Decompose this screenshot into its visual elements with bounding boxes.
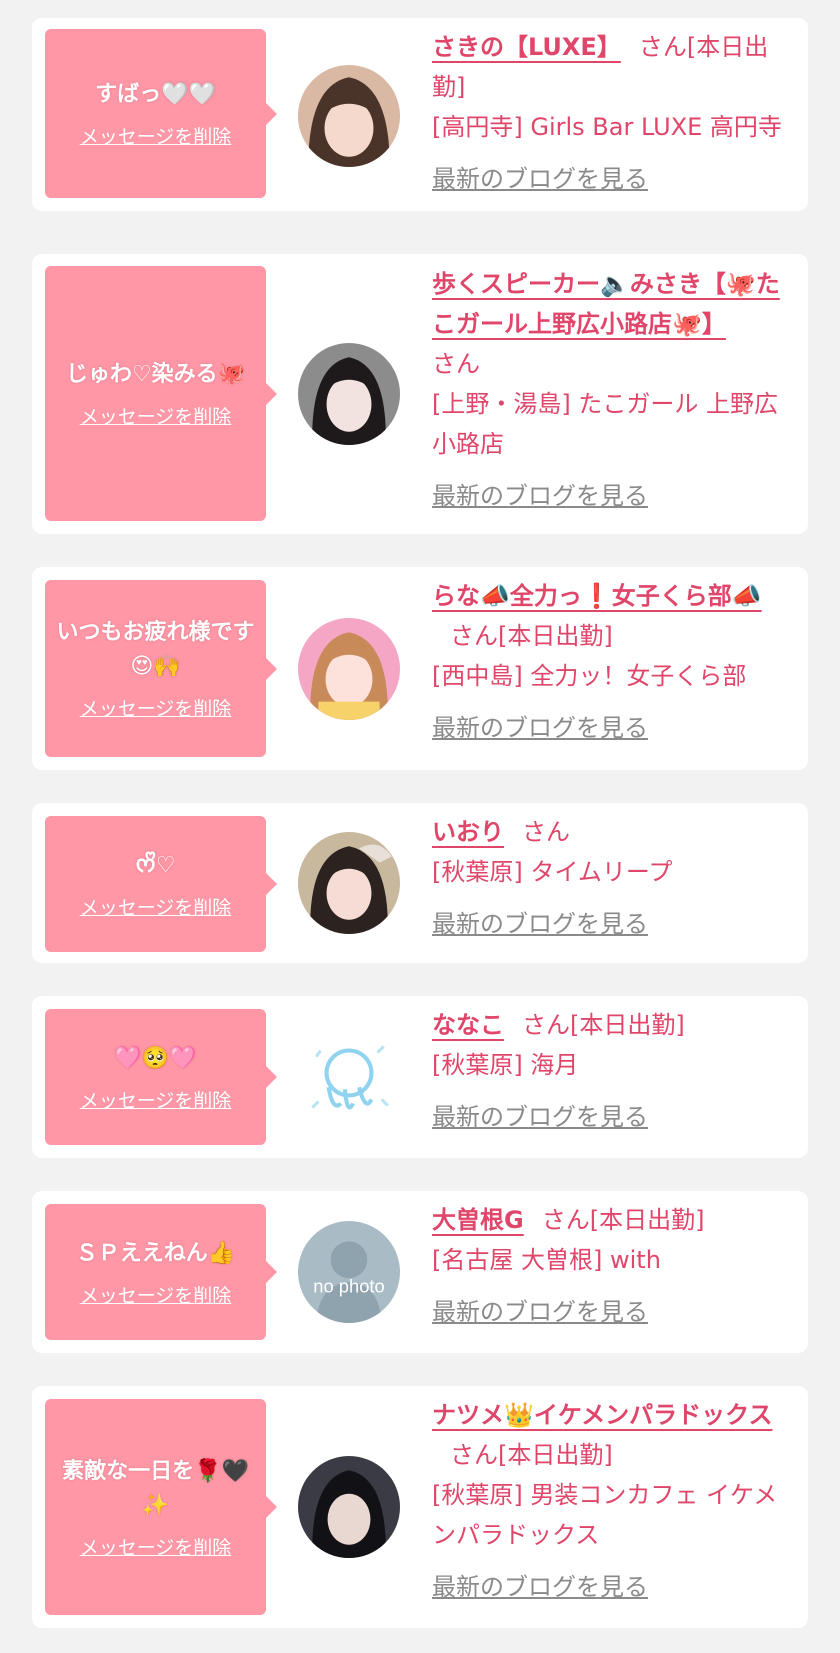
avatar[interactable]: [298, 1456, 400, 1558]
no-photo-label: no photo: [313, 1275, 384, 1296]
no-photo-icon: no photo: [298, 1221, 400, 1323]
delete-message-link[interactable]: メッセージを削除: [80, 1281, 232, 1308]
shop-name: [秋葉原] 男装コンカフェ イケメンパラドックス: [432, 1481, 778, 1549]
avatar[interactable]: [298, 343, 400, 445]
entry-info: 歩くスピーカー🔈みさき【🐙たこガール上野広小路店🐙】さん [上野・湯島] たこガ…: [432, 264, 794, 516]
profile-photo-icon: [298, 832, 400, 934]
cast-status: さん[本日出勤]: [522, 1011, 685, 1039]
entry-info: いおり さん [秋葉原] タイムリープ 最新のブログを見る: [432, 812, 794, 944]
latest-blog-link[interactable]: 最新のブログを見る: [432, 708, 648, 748]
avatar[interactable]: [298, 1026, 400, 1128]
profile-photo-icon: [298, 618, 400, 720]
cast-name-link[interactable]: いおり: [432, 818, 504, 846]
message-bubble: すばっ🤍🤍 メッセージを削除: [45, 29, 277, 198]
message-text: いつもお疲れ様です😍🙌: [56, 620, 255, 679]
avatar[interactable]: [298, 618, 400, 720]
delete-message-link[interactable]: メッセージを削除: [80, 402, 232, 429]
latest-blog-link[interactable]: 最新のブログを見る: [432, 904, 648, 944]
delete-message-link[interactable]: メッセージを削除: [80, 122, 232, 149]
entry-info: さきの【LUXE】 さん[本日出勤] [高円寺] Girls Bar LUXE 高…: [432, 27, 794, 199]
latest-blog-link[interactable]: 最新のブログを見る: [432, 476, 648, 516]
entry-info: らな📣全力っ❗女子くら部📣 さん[本日出勤] [西中島] 全力ッ！女子くら部 最新…: [432, 576, 794, 748]
latest-blog-link[interactable]: 最新のブログを見る: [432, 1097, 648, 1137]
avatar[interactable]: [298, 832, 400, 934]
cast-name-link[interactable]: 歩くスピーカー🔈みさき【🐙たこガール上野広小路店🐙】: [432, 270, 780, 338]
message-bubble: 素敵な一日を🌹🖤✨ メッセージを削除: [45, 1399, 277, 1615]
message-bubble: いつもお疲れ様です😍🙌 メッセージを削除: [45, 580, 277, 757]
delete-message-link[interactable]: メッセージを削除: [80, 1086, 232, 1113]
shop-logo-icon: [298, 1026, 400, 1128]
entry-info: 大曽根G さん[本日出勤] [名古屋 大曽根] with 最新のブログを見る: [432, 1200, 794, 1332]
message-card: すばっ🤍🤍 メッセージを削除 さきの【LUXE】 さん[本日出勤] [高円寺] G…: [32, 18, 808, 211]
entry-info: ナツメ👑イケメンパラドックスさん[本日出勤] [秋葉原] 男装コンカフェ イケメ…: [432, 1395, 794, 1607]
shop-name: [西中島] 全力ッ！女子くら部: [432, 662, 747, 690]
shop-name: [秋葉原] 海月: [432, 1051, 579, 1079]
cast-name-link[interactable]: ナツメ👑イケメンパラドックス: [432, 1401, 772, 1429]
cast-name-link[interactable]: 大曽根G: [432, 1206, 524, 1234]
latest-blog-link[interactable]: 最新のブログを見る: [432, 1292, 648, 1332]
message-bubble: 🩷🥺🩷 メッセージを削除: [45, 1009, 277, 1145]
message-text: じゅわ♡染みる🐙: [65, 362, 246, 387]
avatar[interactable]: no photo: [298, 1221, 400, 1323]
message-card: 素敵な一日を🌹🖤✨ メッセージを削除 ナツメ👑イケメンパラドックスさん[本日出勤…: [32, 1386, 808, 1628]
message-bubble: ᰔᩚ♡ メッセージを削除: [45, 816, 277, 952]
message-text: 🩷🥺🩷: [114, 1045, 197, 1071]
message-bubble: じゅわ♡染みる🐙 メッセージを削除: [45, 266, 277, 521]
message-text: 素敵な一日を🌹🖤✨: [62, 1458, 249, 1518]
shop-name: [秋葉原] タイムリープ: [432, 858, 673, 886]
message-text: すばっ🤍🤍: [95, 82, 216, 107]
message-card: ᰔᩚ♡ メッセージを削除 いおり さん [秋葉原] タイムリープ 最新のブログを見…: [32, 803, 808, 963]
cast-name-link[interactable]: さきの【LUXE】: [432, 33, 621, 61]
shop-name: [名古屋 大曽根] with: [432, 1246, 661, 1274]
delete-message-link[interactable]: メッセージを削除: [80, 893, 232, 920]
latest-blog-link[interactable]: 最新のブログを見る: [432, 1567, 648, 1607]
shop-name: [上野・湯島] たこガール 上野広小路店: [432, 390, 778, 458]
cast-name-link[interactable]: ななこ: [432, 1011, 504, 1039]
cast-status: さん: [432, 350, 480, 378]
message-text: ＳＰええねん👍: [75, 1240, 236, 1266]
cast-status: さん[本日出勤]: [541, 1206, 705, 1234]
cast-status: さん[本日出勤]: [450, 622, 613, 650]
message-card: じゅわ♡染みる🐙 メッセージを削除 歩くスピーカー🔈みさき【🐙たこガール上野広小…: [32, 254, 808, 534]
cast-status: さん[本日出勤]: [450, 1441, 613, 1469]
delete-message-link[interactable]: メッセージを削除: [80, 694, 232, 721]
profile-photo-icon: [298, 1456, 400, 1558]
delete-message-link[interactable]: メッセージを削除: [80, 1533, 232, 1560]
message-text: ᰔᩚ♡: [135, 852, 176, 878]
cast-status: さん: [522, 818, 570, 846]
avatar[interactable]: [298, 65, 400, 167]
profile-photo-icon: [298, 65, 400, 167]
message-card: 🩷🥺🩷 メッセージを削除 ななこ さん[本日出勤] [秋葉原] 海月 最新のブログ…: [32, 996, 808, 1158]
profile-photo-icon: [298, 343, 400, 445]
message-card: ＳＰええねん👍 メッセージを削除 no photo 大曽根G さん[本日出勤] […: [32, 1191, 808, 1353]
entry-info: ななこ さん[本日出勤] [秋葉原] 海月 最新のブログを見る: [432, 1005, 794, 1137]
message-card: いつもお疲れ様です😍🙌 メッセージを削除 らな📣全力っ❗女子くら部📣 さん[本日出…: [32, 567, 808, 770]
cast-name-link[interactable]: らな📣全力っ❗女子くら部📣: [432, 582, 762, 610]
shop-name: [高円寺] Girls Bar LUXE 高円寺: [432, 113, 782, 141]
latest-blog-link[interactable]: 最新のブログを見る: [432, 159, 648, 199]
message-bubble: ＳＰええねん👍 メッセージを削除: [45, 1204, 277, 1340]
